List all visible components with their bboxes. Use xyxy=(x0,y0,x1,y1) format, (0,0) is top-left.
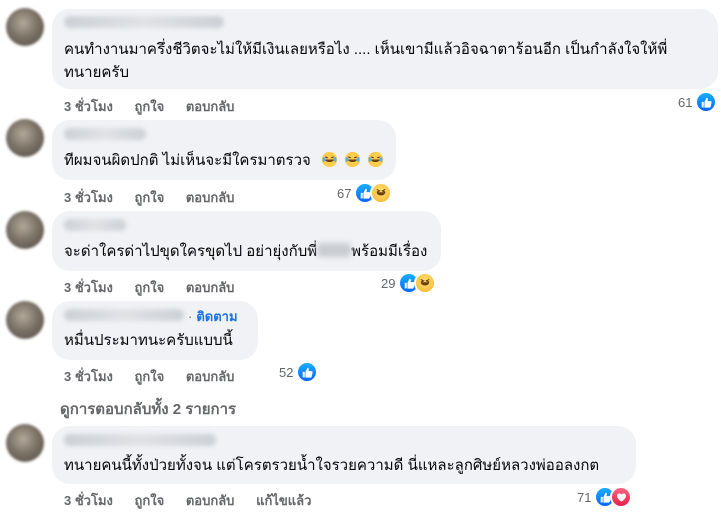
comment-actions: 3 ชั่วโมง ถูกใจ ตอบกลับ xyxy=(64,96,252,117)
comment-bubble: ทนายคนนี้ทั้งป่วยทั้งจน แต่โครตรวยน้ำใจร… xyxy=(52,426,636,484)
comment-text: จะด่าใครด่าไปขุดใครขุดไป อย่ายุ่งกับพี่ พ… xyxy=(64,240,427,263)
follow-label: ติดตาม xyxy=(196,309,238,324)
like-button[interactable]: ถูกใจ xyxy=(135,187,165,208)
comment-text: หมื่นประมาทนะครับแบบนี้ xyxy=(64,332,233,349)
comment-text-before: จะด่าใครด่าไปขุดใครขุดไป อย่ายุ่งกับพี่ xyxy=(64,243,318,260)
comment-text: ทนายคนนี้ทั้งป่วยทั้งจน แต่โครตรวยน้ำใจร… xyxy=(64,457,600,474)
edited-label[interactable]: แก้ไขแล้ว xyxy=(256,490,311,511)
timestamp[interactable]: 3 ชั่วโมง xyxy=(64,96,113,117)
commenter-name[interactable] xyxy=(64,16,224,28)
comment-actions: 3 ชั่วโมง ถูกใจ ตอบกลับ แก้ไขแล้ว xyxy=(64,490,329,511)
avatar[interactable] xyxy=(6,8,44,46)
like-button[interactable]: ถูกใจ xyxy=(135,277,165,298)
comment-bubble: จะด่าใครด่าไปขุดใครขุดไป อย่ายุ่งกับพี่ พ… xyxy=(52,211,441,271)
redacted-name xyxy=(317,243,352,257)
reaction-summary[interactable]: 67 xyxy=(337,182,393,204)
reply-button[interactable]: ตอบกลับ xyxy=(186,96,235,117)
timestamp[interactable]: 3 ชั่วโมง xyxy=(64,277,113,298)
timestamp[interactable]: 3 ชั่วโมง xyxy=(64,490,113,511)
reaction-count: 67 xyxy=(337,185,352,201)
commenter-name[interactable] xyxy=(64,434,216,446)
laughing-tears-emoji xyxy=(321,151,338,168)
reply-button[interactable]: ตอบกลับ xyxy=(186,277,235,298)
reaction-summary[interactable]: 61 xyxy=(678,91,718,113)
reaction-count: 71 xyxy=(577,489,592,505)
comment-actions: 3 ชั่วโมง ถูกใจ ตอบกลับ xyxy=(64,366,252,387)
laughing-tears-emoji xyxy=(368,151,384,168)
like-button[interactable]: ถูกใจ xyxy=(135,96,165,117)
love-reaction-icon xyxy=(610,486,633,508)
laughing-tears-emoji xyxy=(345,151,361,168)
reply-button[interactable]: ตอบกลับ xyxy=(186,187,235,208)
comment-actions: 3 ชั่วโมง ถูกใจ ตอบกลับ xyxy=(64,277,252,298)
like-reaction-icon xyxy=(695,91,718,113)
avatar[interactable] xyxy=(6,211,44,249)
comment-text-content: ทีผมจนผิดปกติ ไม่เห็นจะมีใครมาตรวจ xyxy=(64,152,311,169)
reaction-summary[interactable]: 52 xyxy=(279,361,319,383)
like-button[interactable]: ถูกใจ xyxy=(135,366,165,387)
reaction-count: 29 xyxy=(381,275,396,291)
avatar[interactable] xyxy=(6,301,44,339)
comment-bubble: · ติดตาม หมื่นประมาทนะครับแบบนี้ xyxy=(52,301,258,360)
comment-bubble: คนทำงานมาครึ่งชีวิตจะไม่ให้มีเงินเลยหรือ… xyxy=(52,9,718,89)
haha-reaction-icon xyxy=(370,182,393,204)
view-replies-link[interactable]: ดูการตอบกลับทั้ง 2 รายการ xyxy=(60,397,236,421)
comment-bubble: ทีผมจนผิดปกติ ไม่เห็นจะมีใครมาตรวจ xyxy=(52,120,396,180)
reply-button[interactable]: ตอบกลับ xyxy=(186,366,235,387)
comment-text: ทีผมจนผิดปกติ ไม่เห็นจะมีใครมาตรวจ xyxy=(64,149,384,172)
commenter-name[interactable] xyxy=(64,128,146,140)
avatar[interactable] xyxy=(6,119,44,157)
reaction-summary[interactable]: 29 xyxy=(381,272,437,294)
comment-text-line-1: คนทำงานมาครึ่งชีวิตจะไม่ให้มีเงินเลยหรือ… xyxy=(64,41,668,58)
comment-actions: 3 ชั่วโมง ถูกใจ ตอบกลับ xyxy=(64,187,252,208)
comment-text-after: พร้อมมีเรื่อง xyxy=(351,243,428,260)
follow-button[interactable]: · ติดตาม xyxy=(188,306,238,327)
like-reaction-icon xyxy=(296,361,319,383)
reaction-summary[interactable]: 71 xyxy=(577,486,633,508)
commenter-name[interactable] xyxy=(64,309,184,321)
reply-button[interactable]: ตอบกลับ xyxy=(186,490,235,511)
commenter-name[interactable] xyxy=(64,219,126,231)
haha-reaction-icon xyxy=(414,272,437,294)
like-button[interactable]: ถูกใจ xyxy=(135,490,165,511)
reaction-count: 61 xyxy=(678,94,693,110)
timestamp[interactable]: 3 ชั่วโมง xyxy=(64,187,113,208)
avatar[interactable] xyxy=(6,424,44,462)
timestamp[interactable]: 3 ชั่วโมง xyxy=(64,366,113,387)
reaction-count: 52 xyxy=(279,364,294,380)
comment-text-line-2: ทนายครับ xyxy=(64,64,129,81)
